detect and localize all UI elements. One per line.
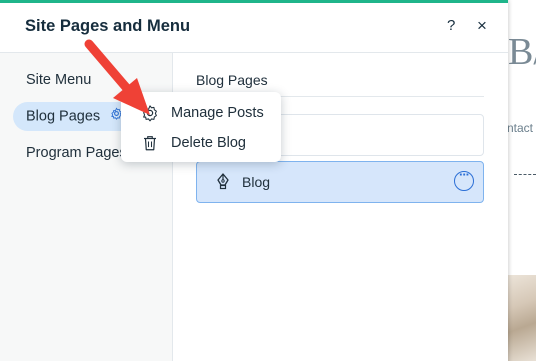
annotation-arrow-icon [84, 39, 150, 115]
screenshot-stage: B/ ntact Site Pages and Menu ? × Site Me… [0, 0, 536, 361]
